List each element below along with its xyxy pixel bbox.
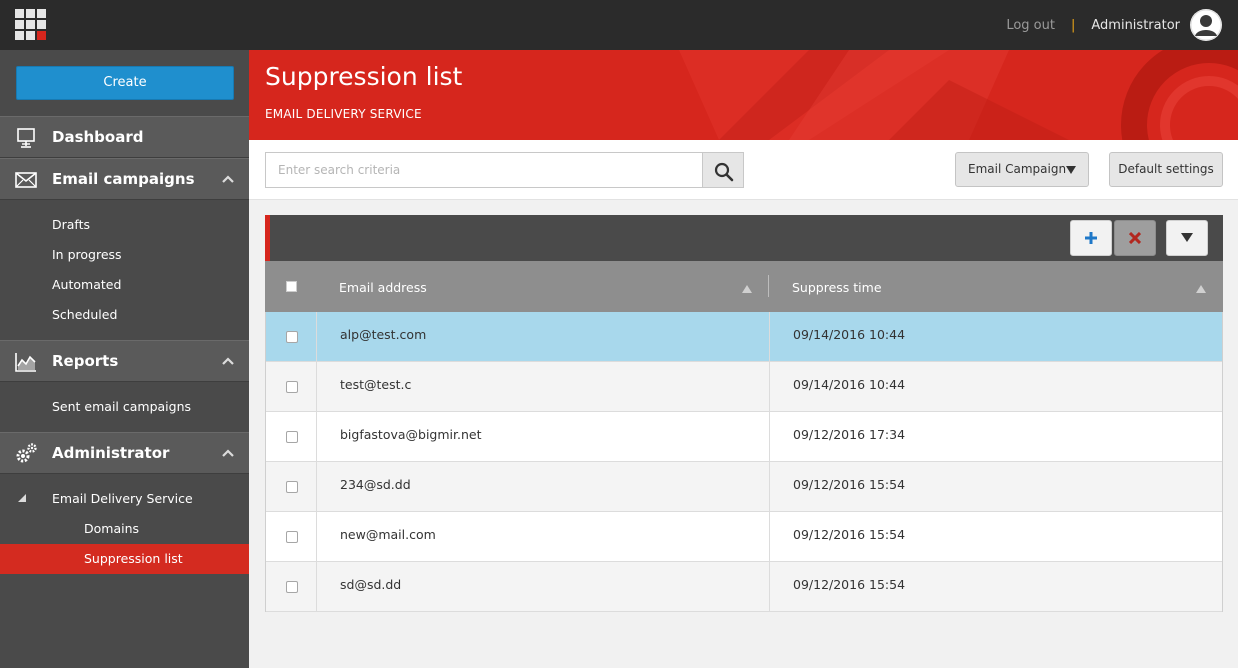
sidebar-item-drafts[interactable]: Drafts [0, 210, 249, 240]
column-header-suppress-time[interactable]: Suppress time [792, 261, 882, 312]
page-title: Suppression list [265, 62, 463, 91]
top-bar: Log out | Administrator [0, 0, 1238, 50]
page-subtitle: EMAIL DELIVERY SERVICE [265, 107, 422, 121]
search-icon [714, 162, 734, 182]
sidebar-item-sent-email-campaigns[interactable]: Sent email campaigns [0, 392, 249, 422]
reports-chart-icon [15, 353, 36, 372]
column-divider [768, 275, 769, 297]
row-checkbox[interactable] [286, 431, 298, 443]
row-checkbox[interactable] [286, 381, 298, 393]
delete-button[interactable] [1114, 220, 1156, 256]
filter-bar: Email Campaign Default settings [249, 140, 1238, 200]
time-cell: 09/12/2016 15:54 [793, 577, 906, 592]
select-value: Email Campaign [968, 162, 1067, 176]
cell-divider [769, 462, 770, 512]
cell-divider [316, 562, 317, 612]
email-cell: new@mail.com [340, 527, 436, 542]
table-row[interactable]: alp@test.com 09/14/2016 10:44 [266, 312, 1222, 362]
select-all-checkbox[interactable] [286, 281, 297, 292]
section-title: Administrator [52, 444, 170, 462]
grid-body: alp@test.com 09/14/2016 10:44 test@test.… [265, 312, 1223, 612]
add-button[interactable] [1070, 220, 1112, 256]
sidebar-item-suppression-list[interactable]: Suppression list [0, 544, 249, 574]
sidebar-section-dashboard[interactable]: Dashboard [0, 116, 249, 158]
table-row[interactable]: 234@sd.dd 09/12/2016 15:54 [266, 462, 1222, 512]
table-row[interactable]: new@mail.com 09/12/2016 15:54 [266, 512, 1222, 562]
table-row[interactable]: bigfastova@bigmir.net 09/12/2016 17:34 [266, 412, 1222, 462]
tree-expanded-icon[interactable] [18, 494, 26, 502]
section-title: Dashboard [52, 128, 144, 146]
logout-link[interactable]: Log out [1006, 18, 1055, 33]
dashboard-icon [17, 128, 35, 148]
table-row[interactable]: sd@sd.dd 09/12/2016 15:54 [266, 562, 1222, 612]
email-cell: sd@sd.dd [340, 577, 402, 592]
section-title: Email campaigns [52, 170, 195, 188]
cell-divider [769, 562, 770, 612]
email-cell: 234@sd.dd [340, 477, 411, 492]
sidebar-section-administrator[interactable]: Administrator [0, 432, 249, 474]
sort-asc-icon[interactable] [1196, 285, 1206, 293]
row-checkbox[interactable] [286, 331, 298, 343]
row-checkbox[interactable] [286, 531, 298, 543]
time-cell: 09/14/2016 10:44 [793, 327, 906, 342]
user-name[interactable]: Administrator [1091, 18, 1180, 33]
time-cell: 09/12/2016 15:54 [793, 477, 906, 492]
grid-header: Email address Suppress time [265, 261, 1223, 312]
sidebar-item-automated[interactable]: Automated [0, 270, 249, 300]
email-cell: bigfastova@bigmir.net [340, 427, 482, 442]
search-button[interactable] [702, 152, 744, 188]
email-cell: test@test.c [340, 377, 412, 392]
time-cell: 09/14/2016 10:44 [793, 377, 906, 392]
default-settings-button[interactable]: Default settings [1109, 152, 1223, 187]
sidebar-item-domains[interactable]: Domains [0, 514, 249, 544]
user-menu: Log out | Administrator [1006, 0, 1222, 50]
cell-divider [316, 312, 317, 362]
cell-divider [316, 512, 317, 562]
cell-divider [769, 312, 770, 362]
plus-icon [1085, 232, 1097, 244]
sidebar-item-in-progress[interactable]: In progress [0, 240, 249, 270]
section-title: Reports [52, 352, 119, 370]
avatar-icon[interactable] [1190, 9, 1222, 41]
row-checkbox[interactable] [286, 481, 298, 493]
search-input[interactable] [265, 152, 703, 188]
table-row[interactable]: test@test.c 09/14/2016 10:44 [266, 362, 1222, 412]
sidebar-section-reports[interactable]: Reports [0, 340, 249, 382]
create-button[interactable]: Create [16, 66, 234, 100]
sort-asc-icon[interactable] [742, 285, 752, 293]
time-cell: 09/12/2016 17:34 [793, 427, 906, 442]
caret-down-icon [1181, 233, 1193, 242]
delete-x-icon [1129, 232, 1141, 244]
caret-down-icon [1066, 166, 1076, 174]
more-actions-button[interactable] [1166, 220, 1208, 256]
grid-toolbar [265, 215, 1223, 261]
email-cell: alp@test.com [340, 327, 427, 342]
cell-divider [316, 362, 317, 412]
row-checkbox[interactable] [286, 581, 298, 593]
time-cell: 09/12/2016 15:54 [793, 527, 906, 542]
column-header-email[interactable]: Email address [339, 261, 427, 312]
app-logo-icon[interactable] [15, 9, 47, 41]
sidebar-item-scheduled[interactable]: Scheduled [0, 300, 249, 330]
envelope-icon [15, 172, 37, 188]
email-campaign-select[interactable]: Email Campaign [955, 152, 1089, 187]
page-header-banner: Suppression list EMAIL DELIVERY SERVICE [249, 50, 1238, 140]
sidebar-section-email-campaigns[interactable]: Email campaigns [0, 158, 249, 200]
cell-divider [316, 412, 317, 462]
sidebar: Create Dashboard Email campaigns Drafts … [0, 50, 249, 668]
chevron-up-icon[interactable] [221, 355, 235, 367]
sidebar-item-email-delivery-service[interactable]: Email Delivery Service [0, 484, 249, 514]
suppression-grid: Email address Suppress time alp@test.com… [265, 215, 1223, 612]
separator: | [1070, 17, 1076, 33]
cell-divider [769, 512, 770, 562]
chevron-up-icon[interactable] [221, 173, 235, 185]
cell-divider [769, 362, 770, 412]
cell-divider [316, 462, 317, 512]
gears-icon [16, 443, 37, 463]
chevron-up-icon[interactable] [221, 447, 235, 459]
cell-divider [769, 412, 770, 462]
sidebar-item-label: Email Delivery Service [52, 491, 193, 506]
